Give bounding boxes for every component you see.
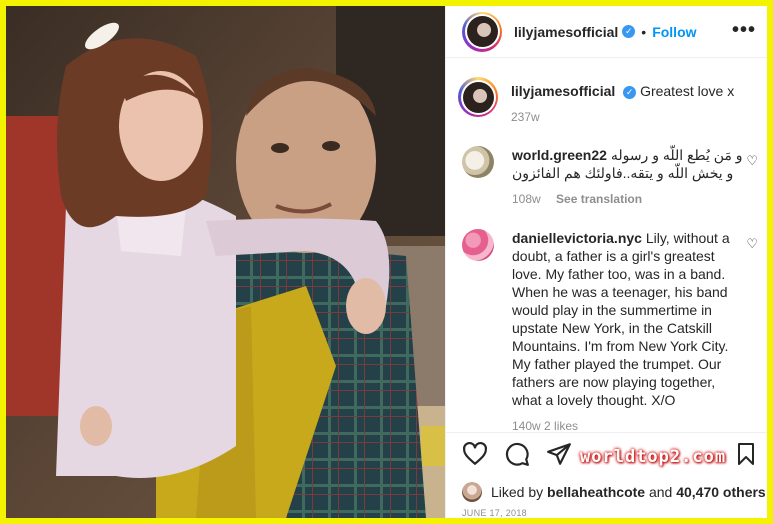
post-photo[interactable] <box>6 6 445 518</box>
comment-meta: 140w 2 likes <box>512 419 579 431</box>
post-header: lilyjamesofficial ✓ • Follow ••• <box>446 6 767 58</box>
follow-button[interactable]: Follow <box>652 24 696 40</box>
post-frame: lilyjamesofficial ✓ • Follow ••• lilyjam… <box>0 0 773 524</box>
likes-prefix: Liked by <box>491 484 544 500</box>
share-icon[interactable] <box>546 441 572 467</box>
liker-username[interactable]: bellaheathcote <box>547 484 645 500</box>
photo-illustration <box>6 6 445 518</box>
action-bar: worldtop2.com <box>446 432 767 476</box>
comment-icon[interactable] <box>504 441 530 467</box>
likes-summary: Liked by bellaheathcote and 40,470 other… <box>462 482 766 502</box>
profile-avatar[interactable] <box>462 11 502 52</box>
caption-age[interactable]: 237w <box>511 110 540 124</box>
commenter-avatar[interactable] <box>462 146 494 178</box>
bookmark-icon[interactable] <box>734 441 758 467</box>
caption-avatar[interactable] <box>458 77 498 117</box>
commenter-avatar[interactable] <box>462 229 494 261</box>
comment-username[interactable]: daniellevictoria.nyc <box>512 230 642 246</box>
verified-badge-icon: ✓ <box>622 25 636 38</box>
comments-list[interactable]: lilyjamesofficial ✓ Greatest love x 237w… <box>446 59 767 431</box>
watermark-text: worldtop2.com <box>580 447 727 467</box>
comment-text-line2: و يخش اللّه و يتقه..فاولئك هم الفائزون <box>512 165 734 181</box>
like-comment-heart-icon[interactable]: ♡ <box>746 153 758 169</box>
post-side-panel: lilyjamesofficial ✓ • Follow ••• lilyjam… <box>445 6 767 518</box>
comment-text: و مَن يُطع اللّه و رسوله <box>610 147 743 163</box>
post-date[interactable]: JUNE 17, 2018 <box>462 508 527 518</box>
like-comment-heart-icon[interactable]: ♡ <box>746 236 758 252</box>
comment-username[interactable]: world.green22 <box>512 147 607 163</box>
likes-count[interactable]: 40,470 others <box>676 484 766 500</box>
caption-text: Greatest love x <box>640 83 735 99</box>
likes-and: and <box>648 484 673 500</box>
header-username[interactable]: lilyjamesofficial <box>514 24 618 40</box>
liker-avatar[interactable] <box>462 482 482 502</box>
caption-username[interactable]: lilyjamesofficial <box>511 83 615 99</box>
list-item: world.green22 و مَن يُطع اللّه و رسوله و… <box>462 146 758 208</box>
verified-badge-icon: ✓ <box>623 85 637 99</box>
comment-age[interactable]: 108w <box>512 192 541 206</box>
more-icon[interactable]: ••• <box>732 20 756 40</box>
separator-dot: • <box>641 23 647 40</box>
list-item: daniellevictoria.nyc Lily, without a dou… <box>462 229 758 431</box>
comment-text: Lily, without a doubt, a father is a gir… <box>512 230 730 408</box>
heart-icon[interactable] <box>462 441 488 467</box>
caption: lilyjamesofficial ✓ Greatest love x 237w <box>458 77 758 126</box>
see-translation-link[interactable]: See translation <box>556 192 642 206</box>
